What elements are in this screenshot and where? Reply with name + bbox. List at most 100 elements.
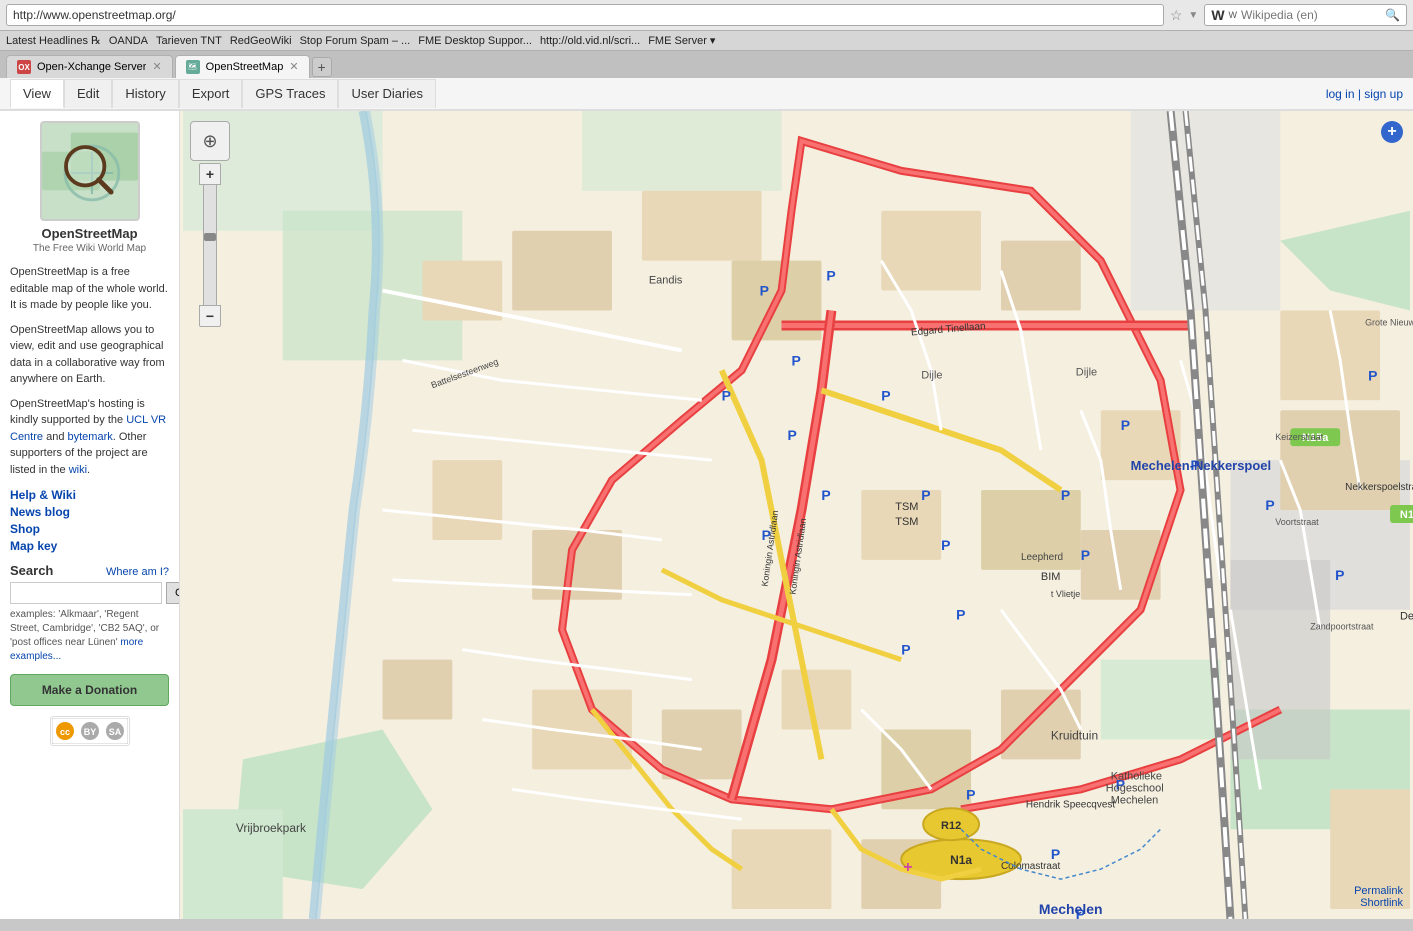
- sidebar-desc-1: OpenStreetMap is a free editable map of …: [10, 264, 169, 314]
- bookmark-oanda[interactable]: OANDA: [109, 35, 148, 47]
- svg-text:P: P: [921, 487, 930, 503]
- osm-logo-svg: [42, 121, 138, 221]
- svg-text:P: P: [1265, 497, 1274, 513]
- signup-link[interactable]: sign up: [1364, 87, 1403, 101]
- new-tab-button[interactable]: +: [312, 57, 332, 77]
- page-wrapper: View Edit History Export GPS Traces User…: [0, 78, 1413, 919]
- svg-text:Nekkerspoelstraat: Nekkerspoelstraat: [1345, 482, 1413, 493]
- bookmark-tarieven[interactable]: Tarieven TNT: [156, 35, 222, 47]
- star-dropdown[interactable]: ▼: [1188, 10, 1198, 21]
- bookmark-fme-desktop[interactable]: FME Desktop Suppor...: [418, 35, 532, 47]
- zoom-slider[interactable]: [203, 185, 217, 305]
- svg-text:TSM: TSM: [895, 516, 918, 528]
- osm-logo-title: OpenStreetMap: [41, 226, 137, 241]
- browser-tabs-row: OX Open-Xchange Server ✕ 🗺 OpenStreetMap…: [0, 51, 1413, 78]
- svg-text:P: P: [1335, 567, 1344, 583]
- bookmark-fme-server[interactable]: FME Server ▾: [648, 34, 715, 47]
- donate-button[interactable]: Make a Donation: [10, 674, 169, 706]
- svg-text:P: P: [1061, 487, 1070, 503]
- svg-text:P: P: [792, 352, 801, 368]
- osm-layer-button[interactable]: +: [1381, 121, 1403, 143]
- help-wiki-link[interactable]: Help & Wiki: [10, 488, 169, 502]
- tab-oxchange[interactable]: OX Open-Xchange Server ✕: [6, 55, 173, 78]
- tab-view[interactable]: View: [10, 79, 64, 108]
- bookmark-vid[interactable]: http://old.vid.nl/scri...: [540, 35, 640, 47]
- svg-text:BIM: BIM: [1041, 571, 1061, 583]
- svg-text:Mechelen: Mechelen: [1039, 901, 1103, 917]
- svg-text:Vrijbroekpark: Vrijbroekpark: [236, 821, 306, 835]
- svg-text:Hendrik Speecqvest: Hendrik Speecqvest: [1026, 799, 1115, 810]
- tab-oxchange-close[interactable]: ✕: [152, 62, 161, 73]
- svg-text:P: P: [1081, 547, 1090, 563]
- sidebar-description: OpenStreetMap is a free editable map of …: [10, 264, 169, 478]
- permalink-link[interactable]: Permalink: [1354, 885, 1403, 897]
- bookmark-redgeo[interactable]: RedGeoWiki: [230, 35, 292, 47]
- map-svg: N1a R12 N15a N19: [180, 111, 1413, 919]
- tab-osm-close[interactable]: ✕: [289, 62, 298, 73]
- zoom-handle[interactable]: [204, 233, 216, 241]
- where-am-i-link[interactable]: Where am I?: [106, 566, 169, 578]
- wikipedia-search-bar[interactable]: W W 🔍: [1204, 4, 1407, 26]
- url-bar-row: http://www.openstreetmap.org/ ☆ ▼ W W 🔍: [0, 0, 1413, 31]
- tab-gps-traces[interactable]: GPS Traces: [242, 79, 338, 108]
- url-bar[interactable]: http://www.openstreetmap.org/: [6, 4, 1164, 26]
- url-text: http://www.openstreetmap.org/: [13, 8, 1157, 22]
- zoom-in-button[interactable]: +: [199, 163, 221, 185]
- svg-text:P: P: [1121, 417, 1130, 433]
- osm-nav-tabs: View Edit History Export GPS Traces User…: [10, 79, 436, 108]
- svg-text:P: P: [881, 387, 890, 403]
- osm-logo-subtitle: The Free Wiki World Map: [33, 243, 146, 254]
- news-blog-link[interactable]: News blog: [10, 505, 169, 519]
- wikipedia-icon: W: [1211, 7, 1224, 23]
- bookmark-star-button[interactable]: ☆: [1170, 7, 1183, 24]
- zoom-out-button[interactable]: −: [199, 305, 221, 327]
- shop-link[interactable]: Shop: [10, 522, 169, 536]
- cc-license-svg: cc BY SA: [52, 718, 128, 744]
- svg-text:Eandis: Eandis: [649, 275, 683, 287]
- svg-text:P: P: [722, 387, 731, 403]
- tab-history[interactable]: History: [112, 79, 178, 108]
- shortlink-link[interactable]: Shortlink: [1354, 897, 1403, 909]
- tab-osm-icon: 🗺: [186, 60, 200, 74]
- wikipedia-search-input[interactable]: [1241, 8, 1381, 22]
- osm-nav: View Edit History Export GPS Traces User…: [0, 78, 1413, 110]
- svg-text:Keizerstraat: Keizerstraat: [1275, 432, 1323, 442]
- login-link[interactable]: log in: [1326, 87, 1355, 101]
- osm-header: View Edit History Export GPS Traces User…: [0, 78, 1413, 111]
- pan-control[interactable]: ⊕: [190, 121, 230, 161]
- wikipedia-search-button[interactable]: 🔍: [1385, 8, 1400, 22]
- zoom-controls: + −: [199, 163, 221, 327]
- svg-text:P: P: [760, 283, 769, 299]
- svg-text:Voortstraat: Voortstraat: [1275, 517, 1319, 527]
- bookmarks-bar: Latest Headlines ℞ OANDA Tarieven TNT Re…: [0, 31, 1413, 51]
- sidebar: OpenStreetMap The Free Wiki World Map Op…: [0, 111, 180, 919]
- search-go-button[interactable]: Go: [166, 582, 180, 604]
- search-examples: examples: 'Alkmaar', 'Regent Street, Cam…: [10, 608, 169, 664]
- bytemark-link[interactable]: bytemark: [68, 431, 113, 443]
- sidebar-search: Search Where am I? Go examples: 'Alkmaar…: [10, 563, 169, 664]
- tab-user-diaries[interactable]: User Diaries: [338, 79, 436, 108]
- svg-text:Katholieke: Katholieke: [1111, 770, 1162, 782]
- osm-logo-image: [40, 121, 140, 221]
- more-examples-link[interactable]: more examples...: [10, 637, 143, 662]
- map-permalink: Permalink Shortlink: [1354, 885, 1403, 909]
- osm-content: OpenStreetMap The Free Wiki World Map Op…: [0, 111, 1413, 919]
- search-input[interactable]: [10, 582, 162, 604]
- tab-export[interactable]: Export: [179, 79, 243, 108]
- map-container[interactable]: N1a R12 N15a N19: [180, 111, 1413, 919]
- svg-text:P: P: [966, 786, 975, 802]
- svg-text:Colomastraat: Colomastraat: [1001, 861, 1061, 872]
- tab-edit[interactable]: Edit: [64, 79, 112, 108]
- bookmark-latest-headlines[interactable]: Latest Headlines ℞: [6, 34, 101, 47]
- svg-text:R12: R12: [941, 820, 961, 832]
- svg-text:De M...: De M...: [1400, 611, 1413, 623]
- bookmark-stopforum[interactable]: Stop Forum Spam – ...: [300, 35, 411, 47]
- svg-text:cc: cc: [59, 727, 69, 737]
- tab-osm[interactable]: 🗺 OpenStreetMap ✕: [175, 55, 310, 78]
- svg-text:N19: N19: [1400, 509, 1413, 521]
- map-key-link[interactable]: Map key: [10, 539, 169, 553]
- wiki-link[interactable]: wiki: [69, 464, 87, 476]
- svg-text:Mechelen: Mechelen: [1111, 794, 1159, 806]
- tab-osm-label: OpenStreetMap: [206, 61, 284, 73]
- tab-ox-icon: OX: [17, 60, 31, 74]
